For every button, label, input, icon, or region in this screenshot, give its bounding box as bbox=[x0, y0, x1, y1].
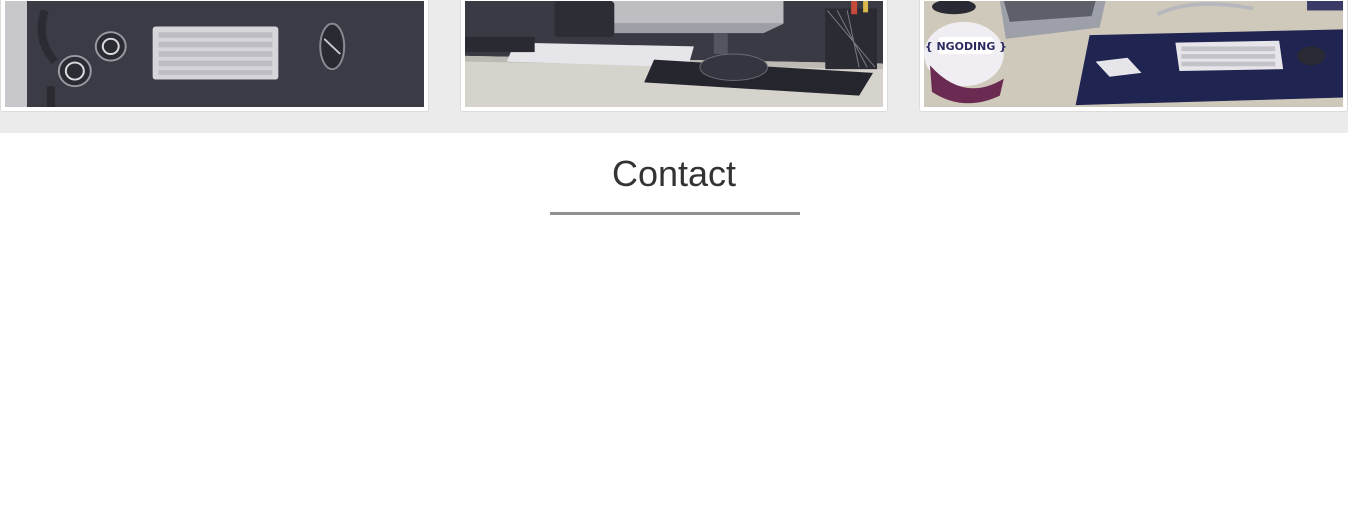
portfolio-item-1[interactable] bbox=[0, 0, 429, 112]
svg-text:{ NGODING }: { NGODING } bbox=[925, 40, 1007, 53]
title-underline bbox=[550, 212, 800, 215]
desk-monitor-keyboard-photo bbox=[465, 1, 883, 107]
desk-laptop-cap-photo: { NGODING } bbox=[924, 1, 1343, 107]
desk-headphones-keyboard-photo bbox=[5, 1, 424, 107]
contact-title: Contact bbox=[611, 153, 737, 194]
contact-section: Contact bbox=[0, 133, 1348, 520]
portfolio-item-3[interactable]: { NGODING } bbox=[919, 0, 1348, 112]
portfolio-item-2[interactable] bbox=[460, 0, 888, 112]
portfolio-gallery: { NGODING } bbox=[0, 0, 1348, 133]
